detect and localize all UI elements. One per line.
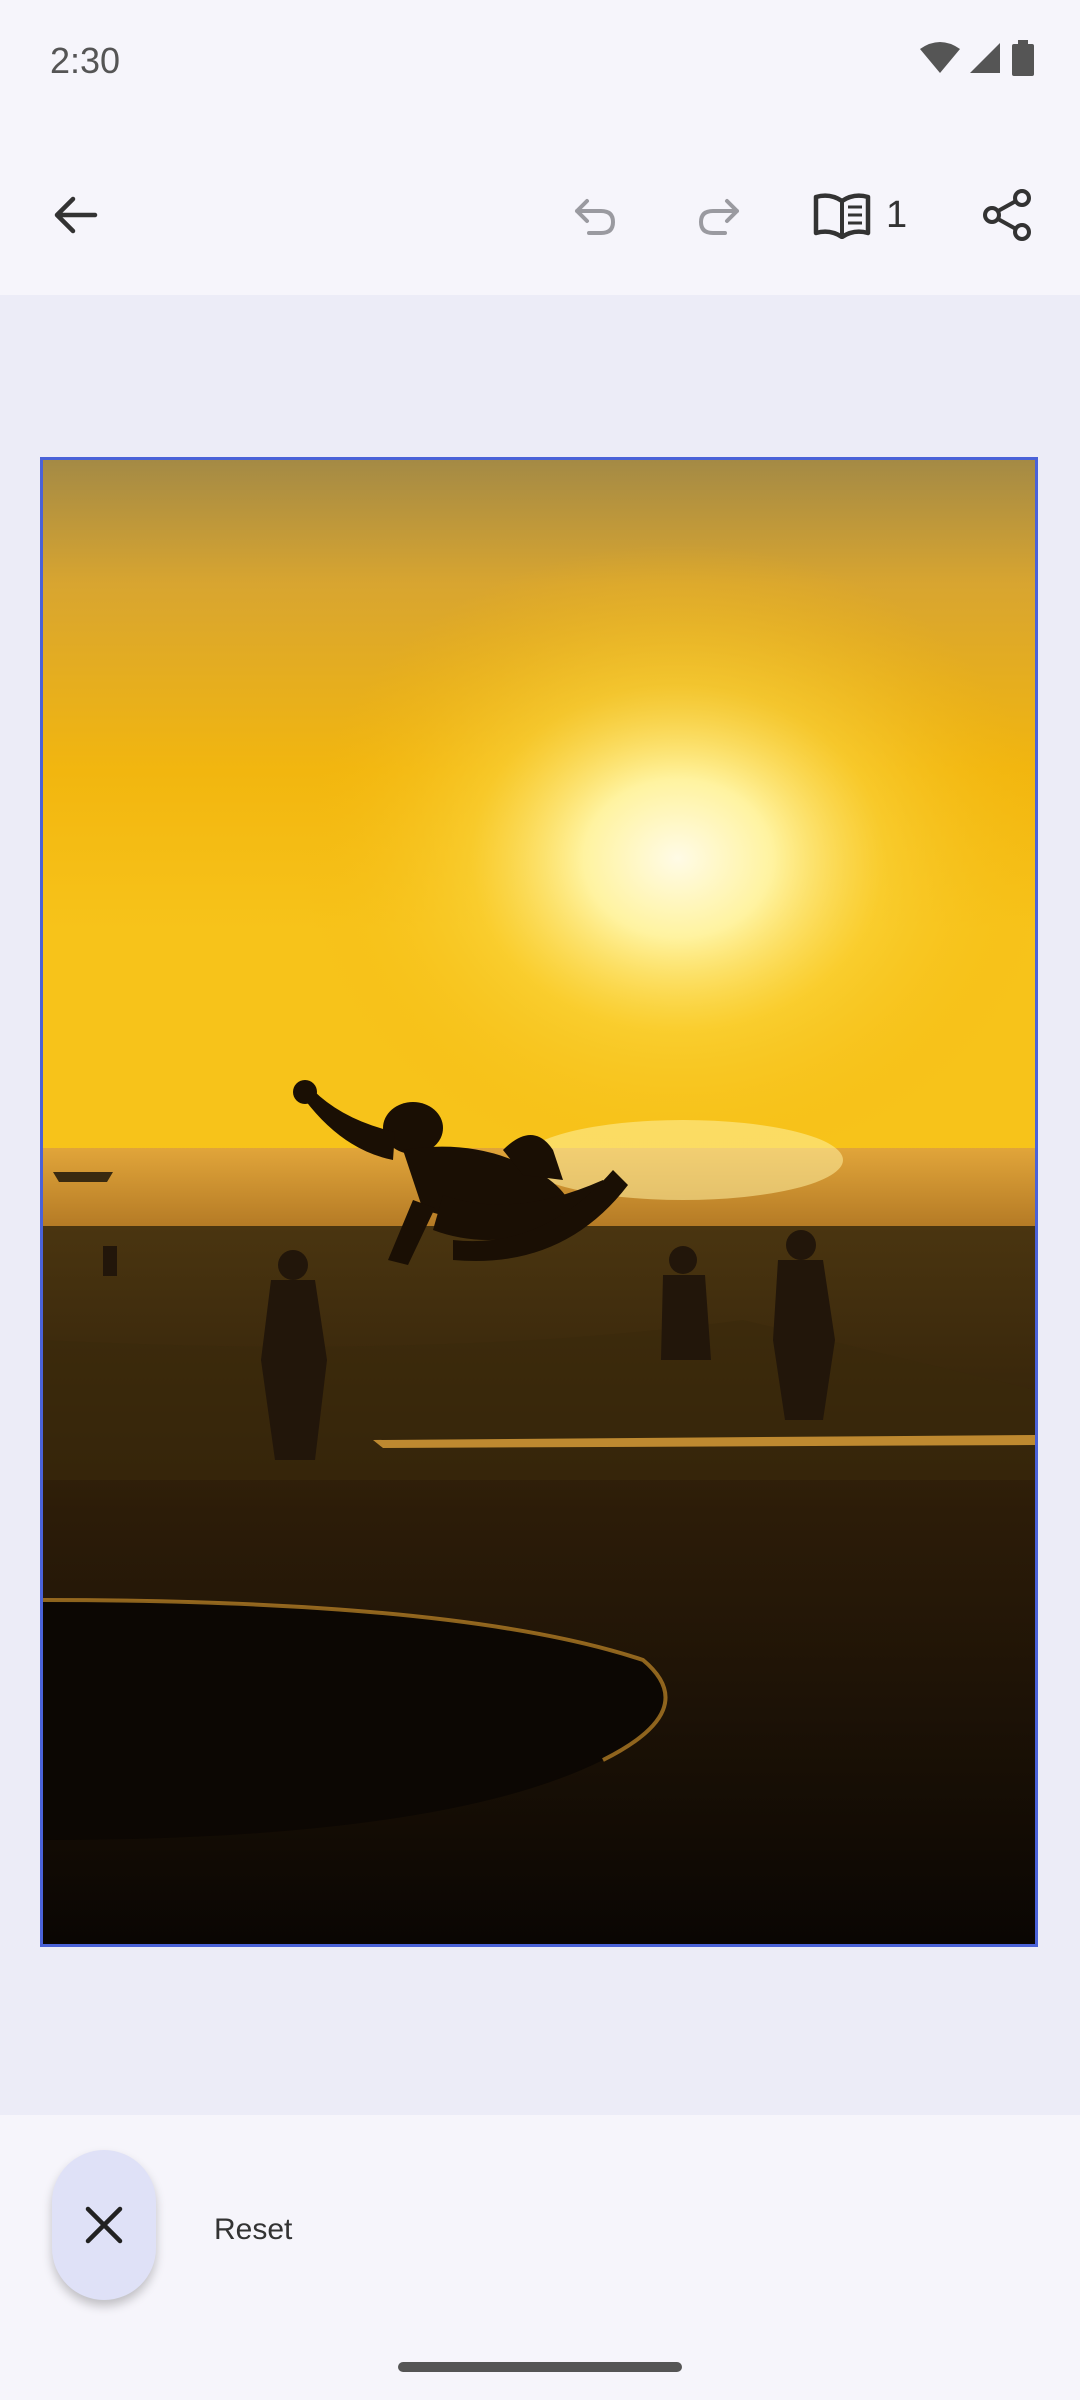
status-bar: 2:30 [0, 0, 1080, 130]
pages-button[interactable]: 1 [812, 170, 907, 260]
home-indicator[interactable] [398, 2362, 682, 2372]
status-time: 2:30 [50, 40, 121, 81]
signal-icon [970, 43, 1000, 73]
reset-button[interactable]: Reset [214, 2213, 292, 2247]
status-icons [920, 40, 1034, 76]
share-button[interactable] [962, 170, 1052, 260]
undo-icon [575, 199, 615, 235]
redo-icon [699, 199, 739, 235]
page-count: 1 [886, 193, 908, 236]
photo-sunset-skateboarder [43, 460, 1035, 1944]
top-toolbar: 1 [0, 130, 1080, 295]
photo-crop-frame[interactable] [40, 457, 1038, 1947]
battery-icon [1012, 40, 1034, 76]
wifi-icon [920, 42, 960, 73]
close-button[interactable] [52, 2150, 156, 2300]
redo-button[interactable] [674, 170, 764, 260]
undo-button[interactable] [550, 170, 640, 260]
bottom-bar: Reset [0, 2115, 1080, 2400]
share-icon [983, 189, 1031, 241]
crop-canvas [0, 295, 1080, 2115]
arrow-back-icon [54, 196, 98, 234]
book-icon [813, 193, 871, 239]
back-button[interactable] [30, 170, 120, 260]
close-icon [85, 2206, 123, 2244]
